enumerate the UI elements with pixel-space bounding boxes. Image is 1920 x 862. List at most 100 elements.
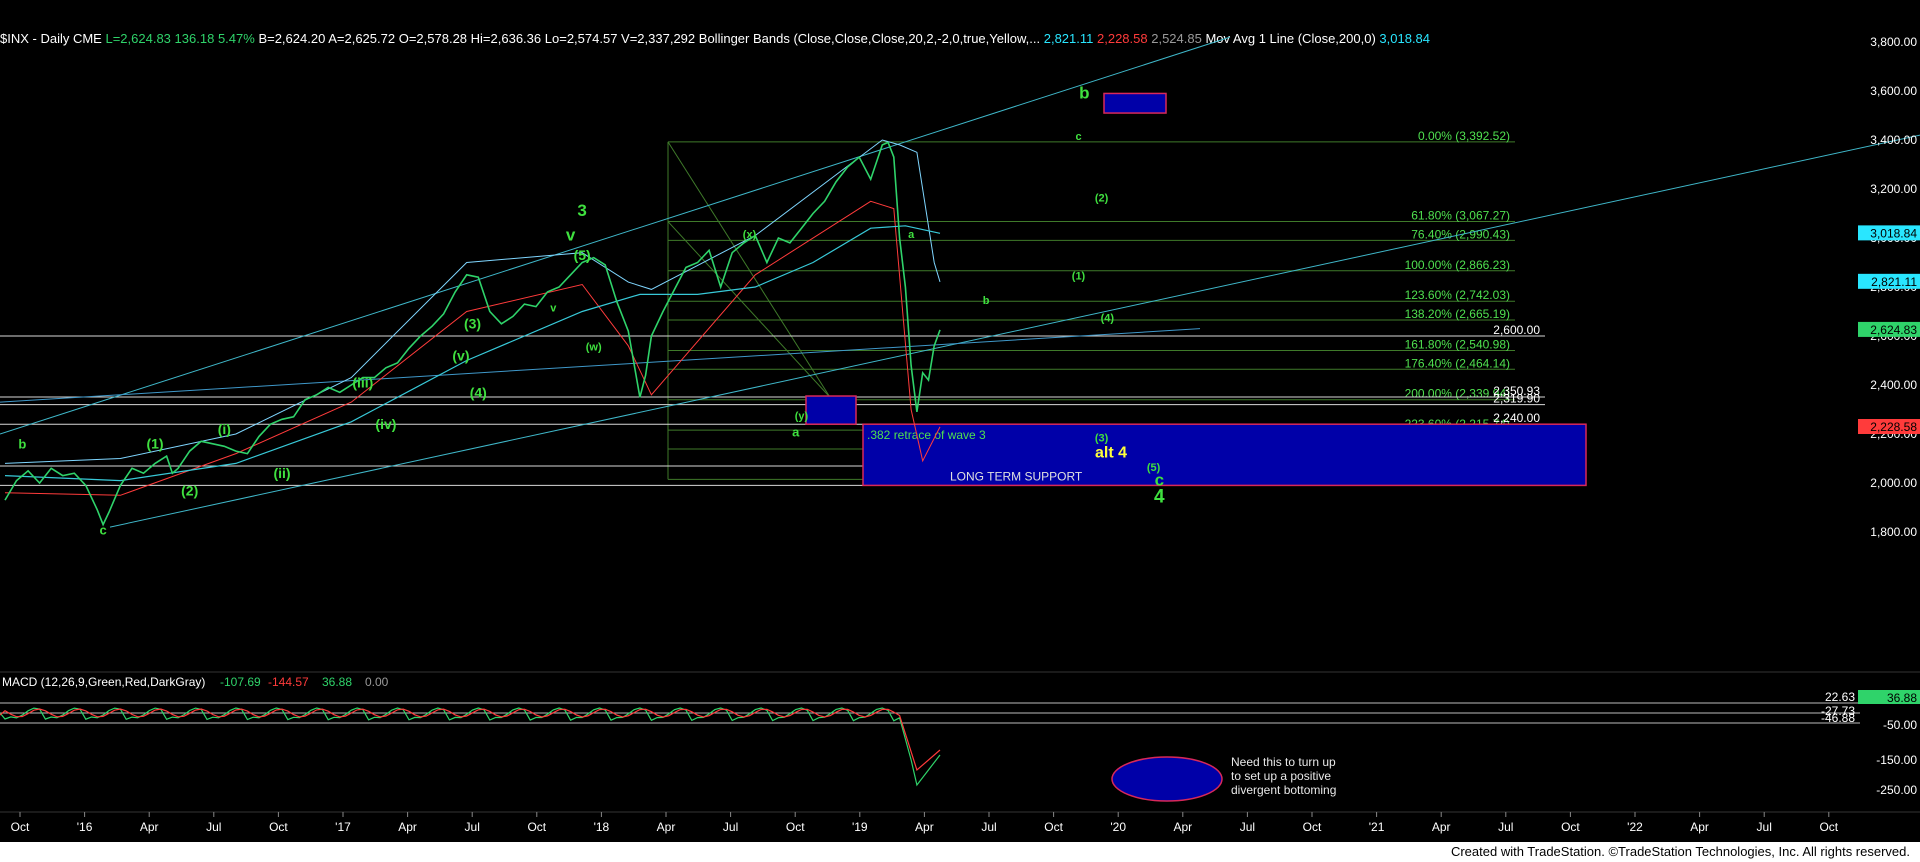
upper-channel	[0, 36, 1231, 435]
price-chart[interactable]: 0.00% (3,392.52)61.80% (3,067.27)76.40% …	[0, 0, 1920, 842]
wave-label: (4)	[1101, 312, 1115, 324]
macd-flag-label: -46.88	[1821, 711, 1855, 725]
bollinger-lower-line	[4, 200, 941, 496]
fib-label: 123.60% (2,742.03)	[1405, 288, 1510, 302]
wave-label: a	[792, 424, 800, 439]
wave-label: v	[566, 225, 576, 244]
wave-label: (1)	[1072, 271, 1086, 283]
price-axis: 3,800.003,600.003,400.003,200.003,000.00…	[1858, 35, 1920, 539]
macd-signal-line	[0, 708, 941, 772]
time-tick-label: Apr	[398, 820, 417, 834]
wave-label: (4)	[470, 384, 487, 400]
wave-label: (3)	[464, 316, 481, 332]
price-tick-label: 3,200.00	[1870, 182, 1917, 196]
macd-value: 0.00	[365, 675, 389, 689]
time-tick-label: '18	[594, 820, 610, 834]
time-tick-label: Oct	[1561, 820, 1580, 834]
macd-value: -144.57	[268, 675, 309, 689]
time-tick-label: Jul	[206, 820, 221, 834]
wave-label: (y)	[795, 410, 809, 422]
wave-label: (v)	[452, 348, 469, 364]
macd-flag-label: 22.63	[1825, 690, 1855, 704]
time-tick-label: '17	[335, 820, 351, 834]
time-tick-label: Apr	[915, 820, 934, 834]
wave-label: (1)	[146, 436, 163, 452]
wave-label: (i)	[218, 421, 231, 437]
wave-label: (2)	[181, 482, 198, 498]
time-tick-label: Jul	[1240, 820, 1255, 834]
time-tick-label: Oct	[1819, 820, 1838, 834]
wave-label: a	[908, 229, 915, 241]
macd-tick-label: -250.00	[1876, 783, 1917, 797]
macd-flag-label: 36.88	[1887, 691, 1917, 705]
support-label: 2,240.00	[1493, 411, 1540, 425]
time-tick-label: Oct	[269, 820, 288, 834]
fib-diagonal	[667, 141, 831, 398]
macd-tick-label: -150.00	[1876, 753, 1917, 767]
wave-label: c	[100, 522, 107, 537]
wave-label: b	[18, 437, 26, 452]
wave-label: 4	[1154, 487, 1165, 508]
time-tick-label: Oct	[1303, 820, 1322, 834]
support-label: 2,600.00	[1493, 323, 1540, 337]
price-tick-label: 1,800.00	[1870, 525, 1917, 539]
wave-b-box	[1103, 92, 1167, 114]
time-tick-label: Apr	[1432, 820, 1451, 834]
macd-title: MACD (12,26,9,Green,Red,DarkGray)	[2, 675, 205, 689]
macd-note: divergent bottoming	[1231, 783, 1336, 797]
time-tick-label: Oct	[527, 820, 546, 834]
time-tick-label: Apr	[140, 820, 159, 834]
time-tick-label: '22	[1627, 820, 1643, 834]
alt4-annotation: alt 4	[1095, 444, 1127, 461]
wave-label: (3)	[1095, 432, 1109, 444]
time-tick-label: Apr	[1173, 820, 1192, 834]
time-tick-label: Oct	[11, 820, 30, 834]
macd-panel: MACD (12,26,9,Green,Red,DarkGray) -107.69…	[0, 671, 1920, 802]
time-axis: Oct '16 Apr Jul Oct '17 Apr Jul Oct '18 Apr Jul Oct '…	[0, 811, 1920, 834]
time-tick-label: Jul	[465, 820, 480, 834]
macd-tick-label: -50.00	[1883, 718, 1917, 732]
macd-line	[0, 707, 941, 787]
fib-label: 0.00% (3,392.52)	[1418, 129, 1510, 143]
time-tick-label: Apr	[1690, 820, 1709, 834]
fib-label: 161.80% (2,540.98)	[1405, 337, 1510, 351]
wave-label: b	[983, 295, 990, 307]
wave-label: c	[1075, 131, 1081, 143]
wave-label: (iv)	[375, 416, 396, 432]
time-tick-label: '19	[852, 820, 868, 834]
fib-label: 176.40% (2,464.14)	[1405, 356, 1510, 370]
copyright-footer: Created with TradeStation. ©TradeStation…	[1446, 843, 1914, 860]
time-tick-label: '21	[1369, 820, 1385, 834]
wave-label: (x)	[743, 229, 757, 241]
series-layer	[4, 139, 941, 527]
fib-label: 100.00% (2,866.23)	[1405, 258, 1510, 272]
support-annotation: LONG TERM SUPPORT	[950, 470, 1083, 484]
wave-label: (iii)	[352, 374, 373, 390]
macd-value: 36.88	[322, 675, 352, 689]
price-tick-label: 3,600.00	[1870, 84, 1917, 98]
price-tick-label: 2,000.00	[1870, 476, 1917, 490]
macd-value: -107.69	[220, 675, 261, 689]
macd-highlight-ellipse	[1111, 756, 1223, 802]
wave-label: (ii)	[273, 465, 290, 481]
price-tick-label: 2,400.00	[1870, 378, 1917, 392]
fib-diagonal	[667, 221, 831, 398]
support-label: 2,319.90	[1493, 392, 1540, 406]
price-flag-label: 2,624.83	[1870, 323, 1917, 337]
time-tick-label: '20	[1110, 820, 1126, 834]
time-tick-label: Jul	[723, 820, 738, 834]
time-tick-label: Oct	[786, 820, 805, 834]
wave-y-box	[805, 395, 857, 425]
wave-label: b	[1079, 83, 1089, 102]
time-tick-label: '16	[77, 820, 93, 834]
fib-label: 138.20% (2,665.19)	[1405, 307, 1510, 321]
price-line	[4, 141, 941, 527]
wave-label: (2)	[1095, 192, 1109, 204]
time-tick-label: Jul	[1757, 820, 1772, 834]
macd-note: Need this to turn up	[1231, 755, 1336, 769]
price-flag-label: 2,821.11	[1871, 275, 1917, 289]
time-tick-label: Jul	[1498, 820, 1513, 834]
middle-channel	[0, 328, 1201, 403]
retrace-annotation: .382 retrace of wave 3	[867, 428, 986, 442]
time-tick-label: Oct	[1044, 820, 1063, 834]
